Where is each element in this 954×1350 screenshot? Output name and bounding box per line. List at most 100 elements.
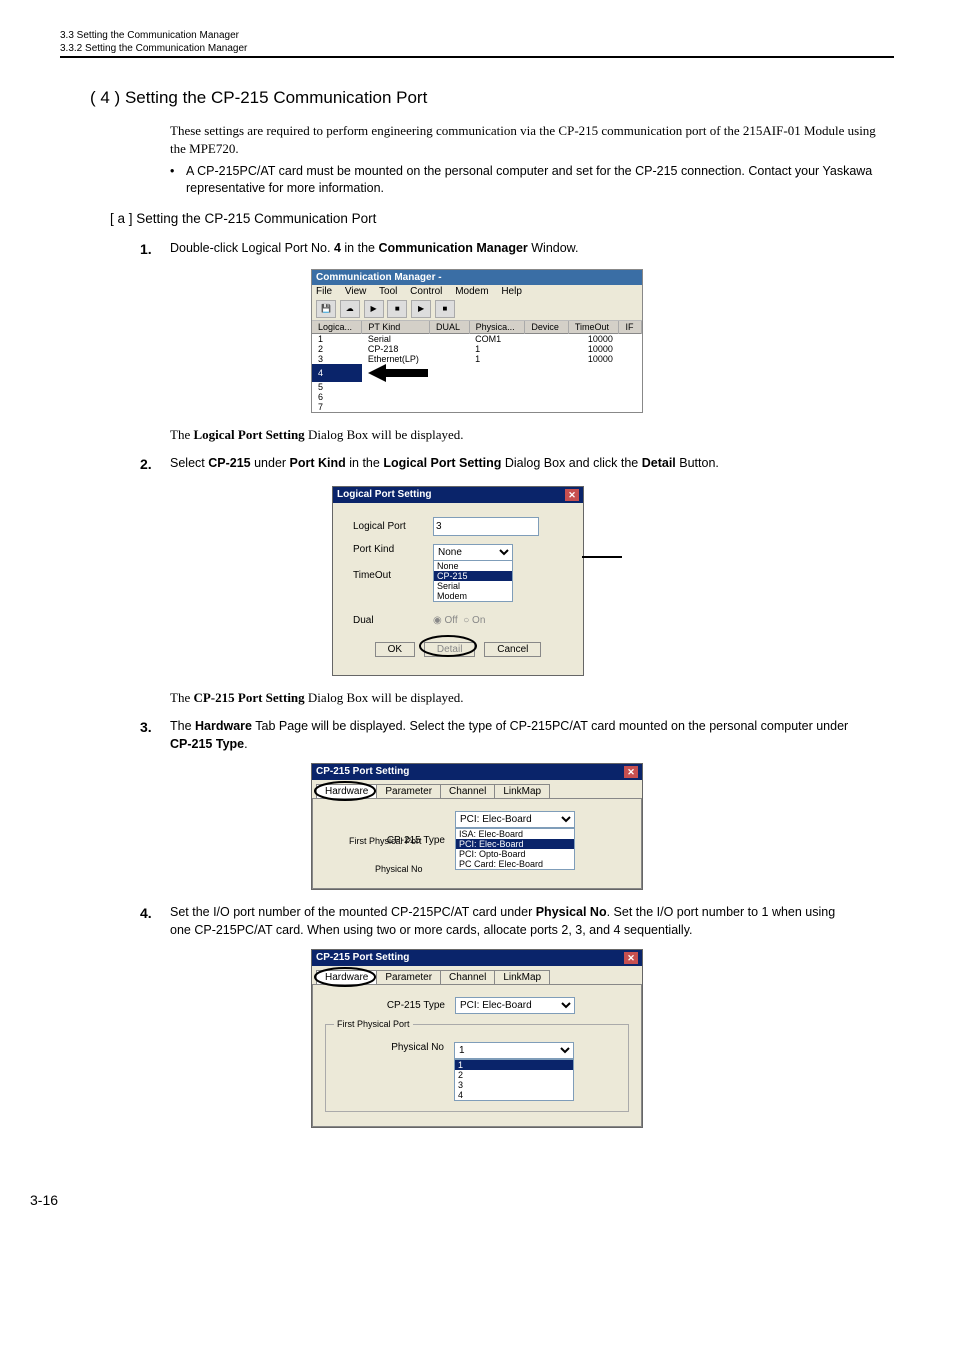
menu-bar[interactable]: File View Tool Control Modem Help [312,285,642,298]
list-item[interactable]: 4 [455,1090,573,1100]
bullet-text: A CP-215PC/AT card must be mounted on th… [186,163,894,197]
tab-linkmap[interactable]: LinkMap [494,970,550,984]
menu-control[interactable]: Control [410,286,442,297]
list-item[interactable]: Serial [434,581,512,591]
cp215-type-row: CP-215 Type PCI: Elec-Board [325,993,629,1018]
cell [362,402,642,412]
dialog-titlebar: Logical Port Setting ✕ [333,487,583,503]
first-physical-port-legend: First Physical Port [334,1019,413,1029]
step-2-num: 2. [140,455,170,475]
cell [429,334,469,345]
menu-view[interactable]: View [345,286,367,297]
col-ptkind[interactable]: PT Kind [362,321,430,334]
header-sub: 3.3.2 Setting the Communication Manager [60,43,894,58]
list-item-selected[interactable]: PCI: Elec-Board [456,839,574,849]
note-2: The CP-215 Port Setting Dialog Box will … [170,690,894,706]
cancel-button[interactable]: Cancel [484,642,541,657]
b: Port Kind [290,456,346,470]
list-item[interactable]: 3 [455,1080,573,1090]
col-ir[interactable]: IF [619,321,642,334]
dual-row: Dual ◉ Off ○ On [339,611,577,630]
tab-channel[interactable]: Channel [440,970,495,984]
cp215-type-select[interactable]: PCI: Elec-Board [455,997,575,1014]
dialog-title: CP-215 Port Setting [316,952,409,964]
cell: 3 [312,354,362,364]
sub-a-title: [ a ] Setting the CP-215 Communication P… [110,211,894,226]
t: . [244,737,247,751]
cell [525,334,568,345]
dual-on[interactable]: On [472,615,485,626]
cp215-port-setting-dialog-2: CP-215 Port Setting ✕ Hardware Parameter… [311,949,643,1128]
cell: Ethernet(LP) [362,354,430,364]
list-item[interactable]: None [434,561,512,571]
toolbar-btn-6[interactable]: ■ [435,300,455,318]
list-item[interactable]: 2 [455,1070,573,1080]
port-kind-select[interactable]: None [433,544,513,561]
tab-linkmap[interactable]: LinkMap [494,784,550,798]
dialog-title: Logical Port Setting [337,489,431,501]
cell [362,392,642,402]
col-physical[interactable]: Physica... [469,321,525,334]
toolbar-btn-5[interactable]: ▶ [411,300,431,318]
step-1-text2: in the [341,241,379,255]
list-item-selected[interactable]: 1 [455,1060,573,1070]
t: Tab Page will be displayed. Select the t… [252,719,848,733]
menu-tool[interactable]: Tool [379,286,397,297]
toolbar-btn-4[interactable]: ■ [387,300,407,318]
close-icon[interactable]: ✕ [624,952,638,964]
col-dual[interactable]: DUAL [429,321,469,334]
cp215-type-list[interactable]: ISA: Elec-Board PCI: Elec-Board PCI: Opt… [455,828,575,870]
t: under [251,456,290,470]
menu-help[interactable]: Help [501,286,522,297]
step-3-num: 3. [140,718,170,753]
step-1: 1. Double-click Logical Port No. 4 in th… [140,240,894,260]
b: Hardware [195,719,252,733]
timeout-label: TimeOut [353,570,433,581]
grid-row-3[interactable]: 3Ethernet(LP)110000 [312,354,642,364]
col-device[interactable]: Device [525,321,568,334]
list-item[interactable]: PC Card: Elec-Board [456,859,574,869]
grid-row-5[interactable]: 5 [312,382,642,392]
list-item[interactable]: ISA: Elec-Board [456,829,574,839]
grid-row-2[interactable]: 2CP-218110000 [312,344,642,354]
list-item[interactable]: Modem [434,591,512,601]
dual-off[interactable]: Off [445,615,458,626]
toolbar-save-icon[interactable]: 💾 [316,300,336,318]
t: in the [346,456,384,470]
window-titlebar: Communication Manager - [312,270,642,285]
close-icon[interactable]: ✕ [624,766,638,778]
list-item[interactable]: PCI: Opto-Board [456,849,574,859]
grid-row-4-highlighted[interactable]: 4 [312,364,642,382]
physical-no-select[interactable]: 1 [454,1042,574,1059]
cell: 2 [312,344,362,354]
cp215-type-select[interactable]: PCI: Elec-Board [455,811,575,828]
ellipse-callout-icon [417,634,479,658]
logical-port-input[interactable] [433,517,539,536]
tab-parameter[interactable]: Parameter [376,784,441,798]
cp215-port-setting-dialog-1: CP-215 Port Setting ✕ Hardware Parameter… [311,763,643,890]
step-4-body: Set the I/O port number of the mounted C… [170,904,894,939]
list-item-selected[interactable]: CP-215 [434,571,512,581]
tab-parameter[interactable]: Parameter [376,970,441,984]
ok-button[interactable]: OK [375,642,415,657]
port-kind-list[interactable]: None CP-215 Serial Modem [433,560,513,602]
close-icon[interactable]: ✕ [565,489,579,501]
physical-no-list[interactable]: 1 2 3 4 [454,1059,574,1101]
cell: CP-218 [362,344,430,354]
menu-file[interactable]: File [316,286,332,297]
grid-row-7[interactable]: 7 [312,402,642,412]
dialog-buttons: OK Detail Cancel [339,630,577,671]
toolbar-btn-3[interactable]: ▶ [364,300,384,318]
first-physical-port-fieldset: First Physical Port Physical No 1 1 2 3 … [325,1024,629,1112]
step-4: 4. Set the I/O port number of the mounte… [140,904,894,939]
grid-row-6[interactable]: 6 [312,392,642,402]
b: Physical No [536,905,607,919]
menu-modem[interactable]: Modem [455,286,488,297]
tab-channel[interactable]: Channel [440,784,495,798]
section-4-title: ( 4 ) Setting the CP-215 Communication P… [90,88,894,108]
toolbar-btn-2[interactable]: ☁ [340,300,360,318]
col-timeout[interactable]: TimeOut [568,321,619,334]
cell [429,344,469,354]
grid-row-1[interactable]: 1SerialCOM110000 [312,334,642,345]
col-logical[interactable]: Logica... [312,321,362,334]
